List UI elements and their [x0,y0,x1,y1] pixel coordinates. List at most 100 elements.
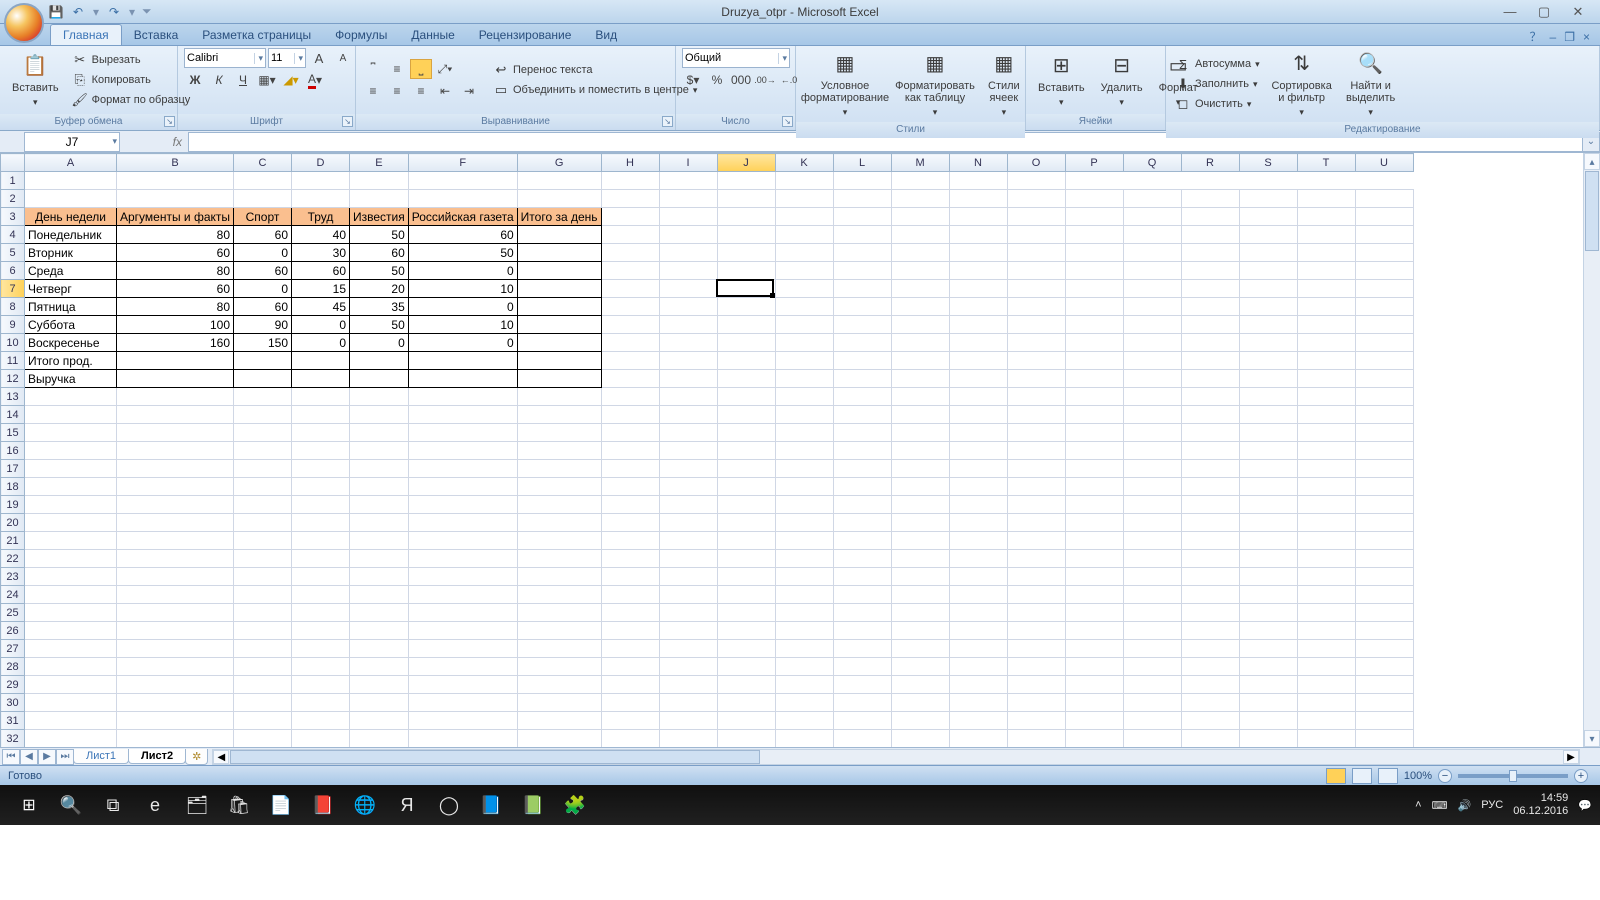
col-header-B[interactable]: B [117,154,234,172]
cell[interactable] [1355,370,1413,388]
cell[interactable] [1181,622,1239,640]
cell[interactable] [601,172,659,190]
cell[interactable] [1007,226,1065,244]
cell[interactable]: 0 [292,334,350,352]
cell[interactable] [775,244,833,262]
cell[interactable] [833,460,891,478]
cell[interactable] [833,370,891,388]
cell[interactable] [1355,514,1413,532]
cell[interactable] [717,676,775,694]
cell[interactable] [1007,640,1065,658]
col-header-M[interactable]: M [891,154,949,172]
cell[interactable] [949,370,1007,388]
cell[interactable] [949,406,1007,424]
cell[interactable] [1123,532,1181,550]
cell[interactable] [234,640,292,658]
cell[interactable] [517,604,601,622]
row-header-16[interactable]: 16 [1,442,25,460]
cell[interactable] [1007,208,1065,226]
cell[interactable] [1181,460,1239,478]
taskbar-icon[interactable]: 📄 [266,790,296,820]
tab-home[interactable]: Главная [50,24,122,45]
cell[interactable] [1297,532,1355,550]
cell[interactable] [949,280,1007,298]
cell[interactable] [949,460,1007,478]
cell[interactable] [891,316,949,334]
col-header-T[interactable]: T [1297,154,1355,172]
cell[interactable] [659,730,717,748]
cell[interactable] [234,424,292,442]
cell[interactable] [1297,496,1355,514]
cell[interactable] [601,262,659,280]
cell[interactable] [1355,280,1413,298]
cell[interactable] [601,334,659,352]
cell[interactable] [1065,514,1123,532]
cell[interactable] [949,496,1007,514]
cell[interactable] [949,478,1007,496]
cell[interactable] [659,550,717,568]
cell[interactable] [659,334,717,352]
cell[interactable] [1007,280,1065,298]
cell[interactable] [891,244,949,262]
cell[interactable] [25,514,117,532]
close-button[interactable]: ✕ [1566,4,1590,20]
cell[interactable] [1239,712,1297,730]
cell[interactable] [517,586,601,604]
cell[interactable] [1007,352,1065,370]
cell[interactable] [1181,694,1239,712]
cell[interactable] [292,604,350,622]
cell[interactable] [891,658,949,676]
row-header-28[interactable]: 28 [1,658,25,676]
zoom-in-button[interactable]: + [1574,769,1588,783]
cell[interactable] [949,316,1007,334]
row-header-26[interactable]: 26 [1,622,25,640]
orientation-button[interactable]: ⤢▾ [434,59,456,79]
cell[interactable] [891,190,949,208]
cell[interactable] [891,514,949,532]
cell[interactable] [1007,406,1065,424]
cell[interactable] [1297,190,1355,208]
cell[interactable] [25,478,117,496]
cell[interactable] [1297,244,1355,262]
cell[interactable] [601,676,659,694]
cell[interactable] [1007,460,1065,478]
cell[interactable] [717,622,775,640]
cell[interactable] [292,532,350,550]
cell[interactable]: 80 [117,262,234,280]
row-header-23[interactable]: 23 [1,568,25,586]
cell[interactable] [1239,604,1297,622]
tab-view[interactable]: Вид [583,25,629,45]
horizontal-scrollbar[interactable]: ◀ ▶ [212,749,1580,765]
cell[interactable] [601,388,659,406]
cell[interactable] [949,514,1007,532]
cell[interactable] [117,442,234,460]
cell[interactable] [517,658,601,676]
insert-cells-button[interactable]: ⊞Вставить▾ [1032,50,1091,110]
cell[interactable] [1355,334,1413,352]
cell[interactable] [949,172,1007,190]
cell[interactable] [949,262,1007,280]
cell[interactable] [659,532,717,550]
cell[interactable] [292,586,350,604]
cell[interactable] [717,442,775,460]
cell-styles-button[interactable]: ▦Стили ячеек▾ [982,48,1026,120]
delete-cells-button[interactable]: ⊟Удалить▾ [1095,50,1149,110]
cell[interactable] [775,478,833,496]
row-header-2[interactable]: 2 [1,190,25,208]
cell[interactable] [117,460,234,478]
cell[interactable] [234,478,292,496]
cell[interactable] [717,730,775,748]
cell[interactable] [1297,424,1355,442]
sheet-prev-button[interactable]: ◀ [20,749,38,765]
cell[interactable] [717,172,775,190]
cell[interactable] [1355,730,1413,748]
borders-button[interactable]: ▦▾ [256,70,278,90]
cell[interactable] [350,640,409,658]
cell[interactable] [1181,640,1239,658]
cell[interactable] [1065,280,1123,298]
bold-button[interactable]: Ж [184,70,206,90]
cell[interactable] [517,478,601,496]
qat-redo-dd[interactable]: ▾ [128,5,136,19]
minimize-button[interactable]: — [1498,4,1522,20]
cell[interactable] [408,586,517,604]
